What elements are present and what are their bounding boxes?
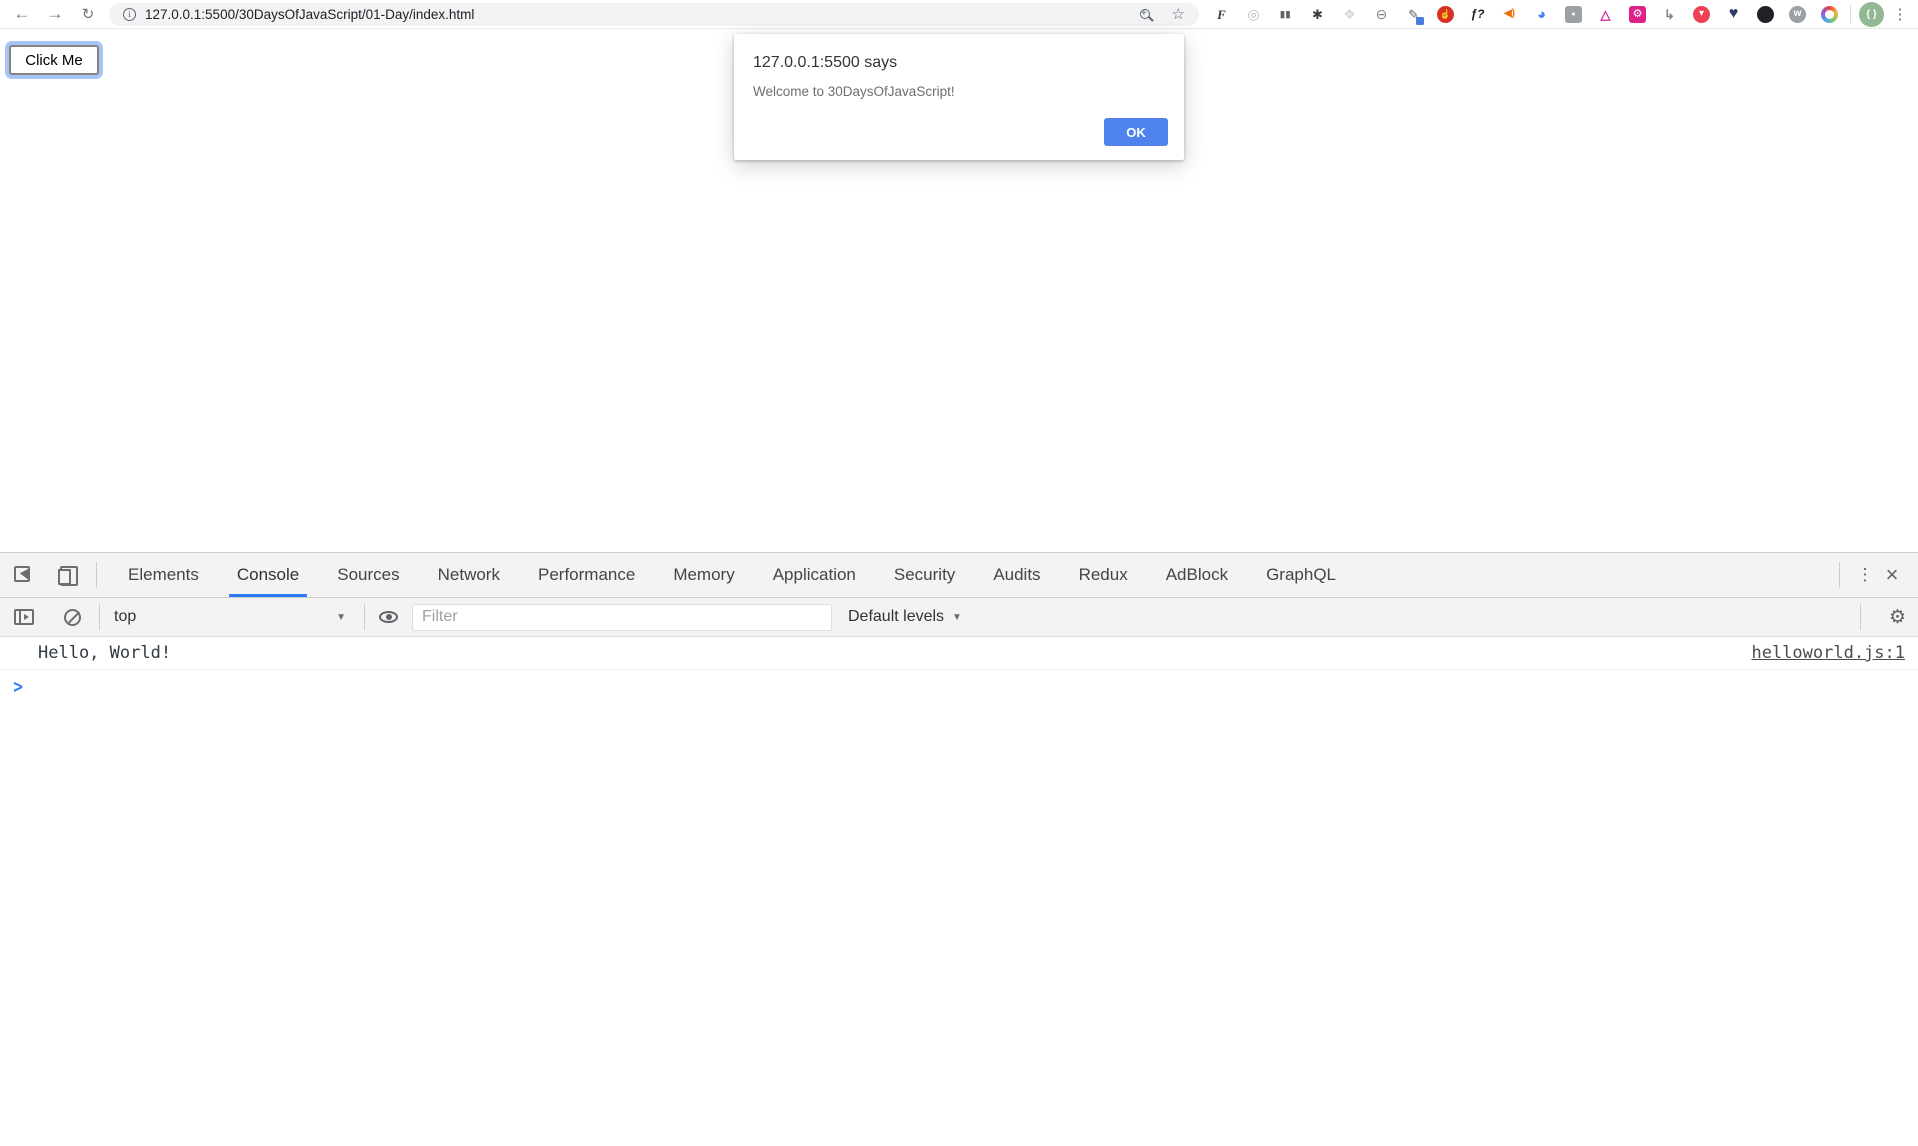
zoom-icon[interactable] [1140, 9, 1150, 19]
console-toolbar-separator-2 [364, 604, 365, 630]
console-sidebar-toggle-icon[interactable] [14, 609, 34, 625]
tab-sources[interactable]: Sources [329, 553, 407, 597]
toolbar-separator [1850, 5, 1851, 23]
pocket-extension-icon[interactable]: ▾ [1693, 6, 1710, 23]
page-content: Click Me 127.0.0.1:5500 says Welcome to … [0, 29, 1918, 552]
back-icon[interactable]: ← [10, 2, 34, 26]
alert-dialog: 127.0.0.1:5500 says Welcome to 30DaysOfJ… [734, 34, 1184, 160]
tab-graphql[interactable]: GraphQL [1258, 553, 1344, 597]
log-levels-label: Default levels [848, 608, 944, 626]
alert-ok-button[interactable]: OK [1104, 118, 1168, 146]
face-extension-icon[interactable]: ⊖ [1373, 6, 1390, 23]
eyedropper-extension-icon[interactable]: ✎ [1405, 6, 1422, 23]
wappalyzer-extension-icon[interactable]: w [1789, 6, 1806, 23]
url-text[interactable]: 127.0.0.1:5500/30DaysOfJavaScript/01-Day… [145, 7, 1140, 22]
execution-context-select[interactable]: top ▼ [114, 608, 346, 626]
console-toolbar: top ▼ Default levels ▼ ⚙ [0, 598, 1918, 637]
console-settings-gear-icon[interactable]: ⚙ [1889, 608, 1906, 627]
chevron-down-icon: ▼ [336, 612, 346, 623]
function-question-extension-icon[interactable]: ƒ? [1469, 6, 1486, 23]
live-expression-eye-icon[interactable] [379, 611, 398, 623]
swirl-extension-icon[interactable]: ◕ [1533, 6, 1550, 23]
grid-extension-icon[interactable]: ❖ [1341, 6, 1358, 23]
execution-context-value: top [114, 608, 136, 626]
tab-bar-separator [96, 562, 97, 588]
tab-audits[interactable]: Audits [985, 553, 1048, 597]
devtools-panel: Elements Console Sources Network Perform… [0, 552, 1918, 1146]
tab-redux[interactable]: Redux [1071, 553, 1136, 597]
power-circle-extension-icon[interactable] [1757, 6, 1774, 23]
log-levels-select[interactable]: Default levels ▼ [848, 608, 962, 626]
console-log-text: Hello, World! [38, 643, 1751, 663]
browser-window: ← → ↻ 127.0.0.1:5500/30DaysOfJavaScript/… [0, 0, 1918, 1146]
prism-extension-icon[interactable]: △ [1597, 6, 1614, 23]
console-prompt[interactable]: > [0, 670, 1918, 704]
alert-title: 127.0.0.1:5500 says [753, 54, 1168, 72]
profile-avatar[interactable]: { } [1859, 2, 1884, 27]
tab-performance[interactable]: Performance [530, 553, 643, 597]
console-filter-input[interactable] [412, 604, 832, 631]
browser-menu-icon[interactable]: ⋮ [1892, 5, 1908, 23]
devtools-close-icon[interactable]: × [1878, 562, 1906, 588]
reload-icon[interactable]: ↻ [76, 2, 100, 26]
devtools-tab-bar: Elements Console Sources Network Perform… [0, 553, 1918, 598]
click-me-button[interactable]: Click Me [9, 45, 99, 75]
browser-toolbar: ← → ↻ 127.0.0.1:5500/30DaysOfJavaScript/… [0, 0, 1918, 29]
console-toolbar-separator-1 [99, 604, 100, 630]
extensions-bar: F ◎ ▮▮ ✱ ❖ ⊖ ✎ ☝ ƒ? ◀) ◕ ● △ ⚙ ↳ ▾ ♥ w [1213, 6, 1838, 23]
adblock-hand-extension-icon[interactable]: ☝ [1437, 6, 1454, 23]
devtools-menu-icon[interactable]: ⋮ [1852, 565, 1878, 585]
pink-gear-extension-icon[interactable]: ⚙ [1629, 6, 1646, 23]
tab-memory[interactable]: Memory [665, 553, 742, 597]
inspect-element-icon[interactable] [14, 566, 32, 584]
pause-bars-extension-icon[interactable]: ▮▮ [1277, 6, 1294, 23]
console-output: Hello, World! helloworld.js:1 > [0, 637, 1918, 1146]
heart-search-extension-icon[interactable]: ♥ [1725, 6, 1742, 23]
color-ring-extension-icon[interactable] [1821, 6, 1838, 23]
console-toolbar-separator-3 [1860, 604, 1861, 630]
camera-extension-icon[interactable]: ● [1565, 6, 1582, 23]
tab-adblock[interactable]: AdBlock [1158, 553, 1236, 597]
orbit-extension-icon[interactable]: ◎ [1245, 6, 1262, 23]
tab-bar-right-separator [1839, 562, 1840, 588]
chevron-down-icon: ▼ [952, 612, 962, 623]
megaphone-extension-icon[interactable]: ◀) [1501, 6, 1518, 23]
fireshot-extension-icon[interactable]: F [1213, 6, 1230, 23]
site-info-icon[interactable] [123, 8, 136, 21]
bug-extension-icon[interactable]: ✱ [1309, 6, 1326, 23]
address-bar[interactable]: 127.0.0.1:5500/30DaysOfJavaScript/01-Day… [109, 3, 1199, 26]
device-toolbar-icon[interactable] [58, 566, 78, 585]
tab-elements[interactable]: Elements [120, 553, 207, 597]
tab-security[interactable]: Security [886, 553, 963, 597]
console-source-link[interactable]: helloworld.js:1 [1751, 643, 1905, 663]
forward-icon[interactable]: → [43, 2, 67, 26]
clear-console-icon[interactable] [64, 609, 81, 626]
corner-arrow-extension-icon[interactable]: ↳ [1661, 6, 1678, 23]
tab-console[interactable]: Console [229, 553, 307, 597]
console-log-row: Hello, World! helloworld.js:1 [0, 637, 1918, 670]
tab-application[interactable]: Application [765, 553, 864, 597]
console-prompt-chevron-icon: > [13, 676, 23, 699]
tab-network[interactable]: Network [430, 553, 508, 597]
bookmark-star-icon[interactable]: ☆ [1172, 7, 1185, 22]
alert-message: Welcome to 30DaysOfJavaScript! [753, 84, 1168, 99]
